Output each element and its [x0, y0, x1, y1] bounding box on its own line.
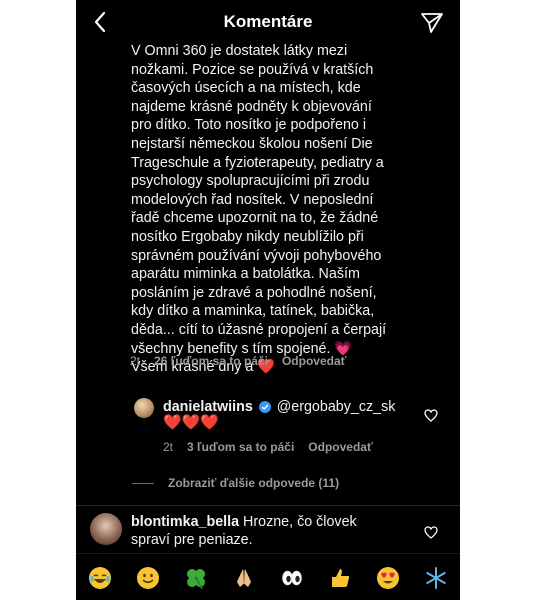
eyes-emoji-icon[interactable] [279, 565, 305, 591]
comment-meta: 2t 26 ľuďom sa to páči Odpovedať [130, 354, 346, 368]
comment2-line1: blontimka_bella Hrozne, čo človek [131, 513, 357, 532]
avatar[interactable] [134, 398, 154, 418]
view-more-label: Zobraziť ďalšie odpovede (11) [168, 476, 340, 490]
like-reply-button[interactable] [424, 409, 440, 425]
view-more-replies[interactable]: Zobraziť ďalšie odpovede (11) [132, 476, 339, 490]
paper-plane-icon [421, 13, 443, 33]
back-button[interactable] [86, 8, 114, 36]
smiling-emoji-icon[interactable] [135, 565, 161, 591]
emoji-quick-bar [76, 553, 460, 600]
like-comment-button[interactable] [424, 526, 440, 542]
comment2-text-line2: spraví pre peniaze. [131, 532, 253, 548]
avatar[interactable] [90, 513, 122, 545]
comment2-username[interactable]: blontimka_bella [131, 514, 239, 530]
snowflake-icon[interactable] [423, 565, 449, 591]
page-title: Komentáre [223, 12, 313, 31]
folded-hands-icon[interactable] [231, 565, 257, 591]
heart-outline-icon [424, 526, 438, 539]
reply-text: ❤️❤️❤️ [163, 414, 220, 431]
top-bar: Komentáre [76, 0, 460, 44]
comment-likes-link[interactable]: 26 ľuďom sa to páči [154, 354, 268, 368]
comment-text: V Omni 360 je dostatek látky mezi nožkam… [131, 43, 387, 376]
reply-reply-button[interactable]: Odpovedať [308, 440, 372, 454]
comment2-text-line1: Hrozne, čo človek [243, 514, 357, 530]
reply-username[interactable]: danielatwiins [163, 399, 253, 415]
reply-time: 2t [163, 440, 174, 454]
four-leaf-clover-icon[interactable] [183, 565, 209, 591]
heart-outline-icon [424, 409, 438, 422]
comment-time: 2t [130, 354, 141, 368]
comment-reply-button[interactable]: Odpovedať [282, 354, 346, 368]
reply-mention[interactable]: @ergobaby_cz_sk [277, 399, 396, 415]
view-more-divider [132, 482, 154, 484]
reply-likes-link[interactable]: 3 ľuďom sa to páči [187, 440, 294, 454]
direct-share-button[interactable] [418, 9, 446, 37]
heart-eyes-emoji-icon[interactable] [375, 565, 401, 591]
instagram-comments-screen: Komentáre V Omni 360 je dostatek látky m… [76, 0, 460, 600]
verified-badge-icon [258, 400, 271, 419]
thumbs-up-icon[interactable] [327, 565, 353, 591]
divider [76, 505, 460, 506]
chevron-left-icon [94, 11, 106, 33]
laughing-emoji-icon[interactable] [87, 565, 113, 591]
reply-meta: 2t 3 ľuďom sa to páči Odpovedať [163, 440, 373, 454]
